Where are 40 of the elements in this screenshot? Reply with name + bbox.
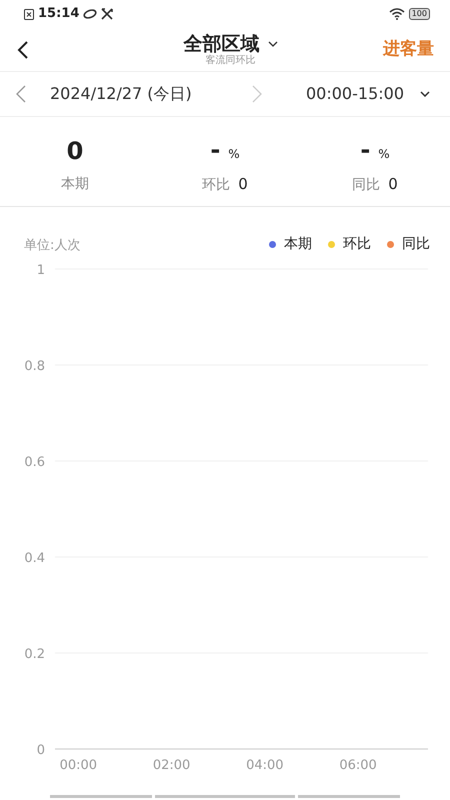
stat-unit: % <box>228 146 240 163</box>
legend-label: 同比 <box>402 235 430 254</box>
time-range-text: 00:00-15:00 <box>306 83 404 105</box>
y-tick-label: 0.8 <box>24 359 45 374</box>
back-icon[interactable] <box>16 40 30 60</box>
y-tick-label: 1 <box>36 263 45 278</box>
prev-icon[interactable] <box>16 85 26 103</box>
sim-icon <box>24 8 34 20</box>
date-text: 2024/12/27 (今日) <box>50 83 192 105</box>
x-tick-label: 00:00 <box>60 758 98 773</box>
title-dropdown[interactable]: 全部区域 <box>184 32 278 54</box>
page-subtitle: 客流同环比 <box>206 54 256 66</box>
x-tick-label: 04:00 <box>246 758 284 773</box>
y-tick-label: 0.6 <box>24 455 45 470</box>
legend-label: 环比 <box>343 235 371 254</box>
stat-label: 同比 <box>352 176 380 195</box>
y-tick-label: 0.4 <box>24 551 45 566</box>
caret-icon <box>420 91 430 97</box>
stat-label: 环比 <box>202 176 230 195</box>
clock-time: 15:14 <box>38 5 80 24</box>
x-tick-label: 02:00 <box>152 758 190 773</box>
x-tick-label: 06:00 <box>339 758 377 773</box>
stat-compare-value: 0 <box>388 174 398 195</box>
stat-unit: % <box>378 146 390 163</box>
y-tick-label: 0.2 <box>24 647 45 662</box>
page-title: 全部区域 <box>184 32 260 54</box>
stat-value: - <box>210 135 220 165</box>
stat-value: - <box>360 135 370 165</box>
battery-level: 100 <box>408 8 430 20</box>
sync-icon <box>83 9 98 19</box>
unit-label: 单位:人次 <box>24 236 80 254</box>
wifi-icon <box>388 8 405 20</box>
stat-label: 本期 <box>61 175 89 194</box>
y-tick-label: 0 <box>36 743 45 758</box>
time-range-dropdown[interactable]: 00:00-15:00 <box>306 82 430 106</box>
caret-icon <box>268 40 278 46</box>
legend-label: 本期 <box>284 235 312 254</box>
stat-compare-value: 0 <box>238 174 248 195</box>
tools-icon <box>101 8 114 20</box>
stat-value: 0 <box>66 136 84 166</box>
